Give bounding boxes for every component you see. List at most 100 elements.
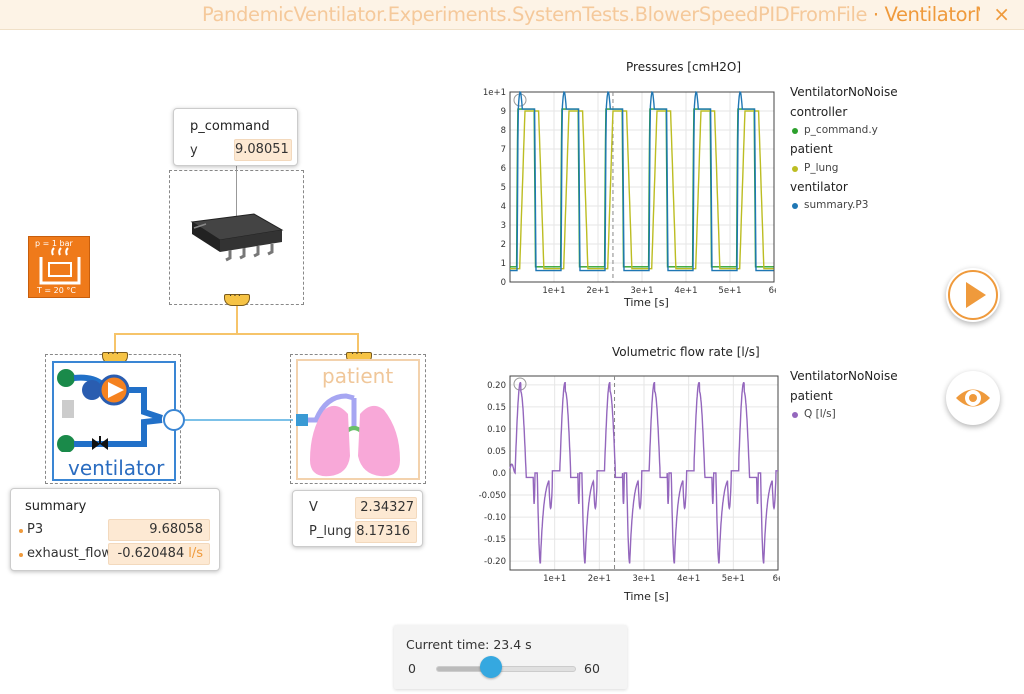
ventilator-port[interactable] [163, 409, 185, 431]
y-tick-label: -0.10 [484, 513, 506, 523]
x-tick-label: 2e+1 [586, 286, 609, 296]
p-command-title: p_command [190, 119, 270, 134]
chart1-legend-group: VentilatorNoNoise [790, 85, 898, 99]
patient-v-label: V [309, 500, 318, 515]
slider-max-label: 60 [584, 661, 600, 676]
boundary-icon[interactable]: p = 1 bar T = 20 °C [28, 236, 90, 298]
x-tick-label: 6e [773, 574, 780, 584]
summary-exhaust-label: exhaust_flow [27, 546, 113, 561]
y-tick-label: 2 [501, 240, 506, 250]
chart1-legend-item[interactable]: p_command.y [804, 124, 878, 136]
title-active: VentilatorNoNois [884, 3, 980, 26]
y-tick-label: 1e+1 [483, 88, 506, 98]
y-tick-label: 0.15 [487, 403, 506, 413]
y-tick-label: 6 [501, 164, 506, 174]
summary-p3-value: 9.68058 [108, 519, 210, 541]
window-title: PandemicVentilator.Experiments.SystemTes… [202, 3, 980, 26]
x-tick-label: 1e+1 [543, 574, 566, 584]
air-wire [185, 419, 293, 421]
p-command-y-label: y [190, 143, 198, 158]
chart1-legend-ventilator: ventilator [790, 180, 848, 194]
time-slider-track[interactable] [436, 666, 576, 672]
x-tick-label: 6e [769, 286, 776, 296]
eye-icon [956, 389, 990, 407]
lungs-icon [296, 393, 400, 477]
p-command-y-value: 9.08051 [234, 139, 292, 161]
chart2-legend-group: VentilatorNoNoise [790, 369, 898, 383]
slider-min-label: 0 [408, 661, 416, 676]
x-tick-label: 2e+1 [588, 574, 611, 584]
ventilator-icon [57, 369, 163, 452]
chart1-legend-controller: controller [790, 105, 848, 119]
summary-p3-label: P3 [27, 522, 44, 537]
summary-bullet [19, 553, 23, 557]
chart1-xlabel: Time [s] [624, 296, 669, 309]
chart1-legend-item[interactable]: summary.P3 [804, 199, 868, 211]
summary-panel: summary P3 9.68058 exhaust_flow -0.62048… [10, 488, 220, 571]
summary-exhaust-value: -0.620484 l/s [108, 543, 210, 565]
signal-wire-horizontal [114, 333, 359, 335]
y-tick-label: 0.20 [487, 381, 506, 391]
y-tick-label: -0.15 [484, 535, 506, 545]
summary-bullet [19, 529, 23, 533]
title-bar: PandemicVentilator.Experiments.SystemTes… [0, 0, 1024, 30]
chart1-legend-dot [792, 128, 798, 134]
chip-icon [190, 213, 284, 262]
time-slider-thumb[interactable] [479, 656, 502, 678]
time-control-panel: Current time: 23.4 s 0 60 [394, 625, 627, 689]
y-tick-label: 8 [501, 126, 506, 136]
chart1-legend-dot [792, 203, 798, 209]
play-button[interactable] [946, 268, 1000, 322]
p-command-connector[interactable] [224, 291, 250, 306]
signal-wire-down [236, 306, 238, 334]
chart1-title: Pressures [cmH2O] [626, 60, 742, 74]
x-tick-label: 5e+1 [718, 286, 741, 296]
chart1-legend-patient: patient [790, 142, 833, 156]
ventilator-label: ventilator [68, 456, 165, 480]
patient-v-value: 2.34327 l [355, 497, 417, 535]
play-icon [948, 270, 998, 320]
y-tick-label: 0.10 [487, 425, 506, 435]
title-separator: · [867, 3, 885, 26]
boundary-t-label: T = 20 °C [37, 286, 76, 295]
x-tick-label: 4e+1 [674, 286, 697, 296]
y-tick-label: 0.05 [487, 447, 506, 457]
y-tick-label: -0.050 [479, 491, 506, 501]
summary-exhaust-number: -0.620484 [117, 546, 185, 561]
x-tick-label: 5e+1 [722, 574, 745, 584]
y-tick-label: 7 [501, 145, 506, 155]
summary-exhaust-unit: l/s [188, 546, 203, 561]
x-tick-label: 1e+1 [542, 286, 565, 296]
y-tick-label: 9 [501, 107, 506, 117]
close-button[interactable]: × [993, 2, 1010, 26]
y-tick-label: -0.20 [484, 557, 506, 567]
chart1-legend-item[interactable]: P_lung [804, 162, 838, 174]
patient-plung-label: P_lung [309, 524, 352, 539]
p-command-panel: p_command y 9.08051 [173, 108, 298, 166]
x-tick-label: 3e+1 [632, 574, 655, 584]
patient-plung-value: 8.17316 [355, 521, 417, 543]
y-tick-label: 5 [501, 183, 506, 193]
y-tick-label: 1 [501, 259, 506, 269]
y-tick-label: 4 [501, 202, 506, 212]
patient-label: patient [322, 364, 394, 388]
y-tick-label: 3 [501, 221, 506, 231]
current-time-label: Current time: 23.4 s [406, 637, 532, 652]
view-button[interactable] [946, 371, 1000, 425]
chart1-legend-dot [792, 166, 798, 172]
chart2-legend-dot [792, 412, 798, 418]
title-path: PandemicVentilator.Experiments.SystemTes… [202, 3, 868, 26]
patient-values-panel: V 2.34327 l P_lung 8.17316 [292, 490, 423, 547]
pressures-chart[interactable]: 0 1 2 3 4 5 6 7 8 9 1e+1 1e+1 2e+1 3e+1 4e+1 5e+1 6e [476, 80, 776, 320]
chart2-title: Volumetric flow rate [l/s] [612, 345, 760, 359]
title-wrap: PandemicVentilator.Experiments.SystemTes… [190, 0, 980, 30]
summary-title: summary [25, 499, 87, 514]
chart2-xlabel: Time [s] [624, 590, 669, 603]
y-tick-label: 0.0 [492, 469, 506, 479]
y-tick-label: 0 [501, 278, 506, 288]
chart2-legend-patient: patient [790, 389, 833, 403]
chart2-legend-item[interactable]: Q [l/s] [804, 408, 836, 420]
x-tick-label: 3e+1 [630, 286, 653, 296]
x-tick-label: 4e+1 [677, 574, 700, 584]
flow-chart[interactable]: 0.20 0.15 0.10 0.05 0.0 -0.050 -0.10 -0.15 -0.20… [470, 364, 780, 594]
